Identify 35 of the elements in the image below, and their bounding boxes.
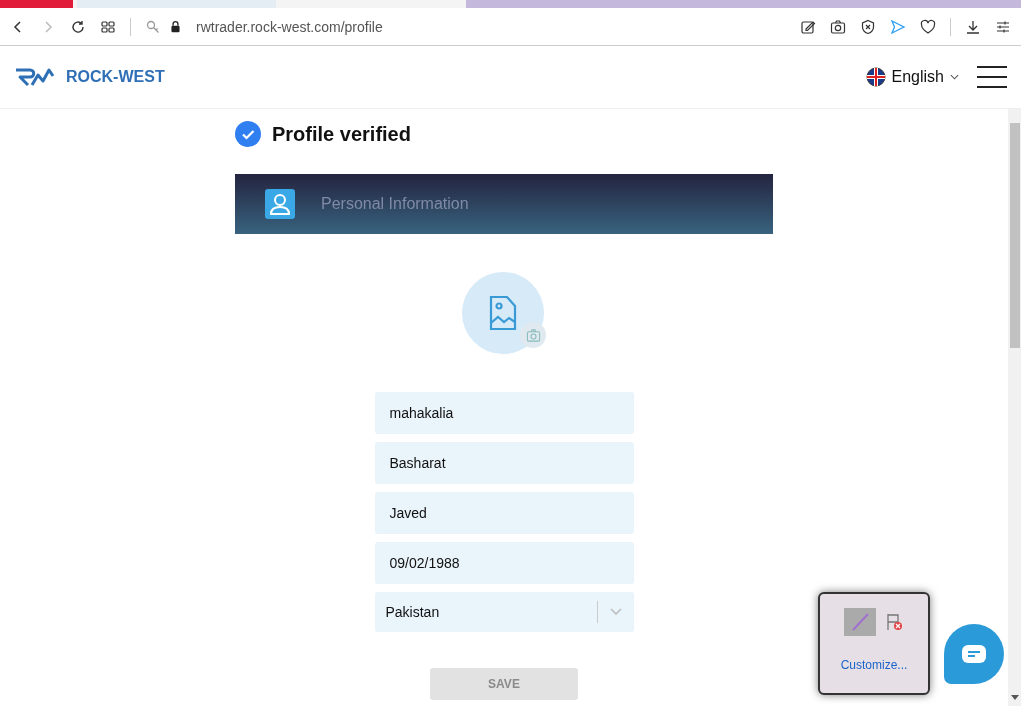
scrollbar[interactable] [1008, 109, 1021, 706]
user-icon [265, 189, 295, 219]
logo-text: ROCK-WEST [66, 68, 165, 86]
input-field[interactable]: mahakalia [374, 392, 634, 434]
camera-icon[interactable] [830, 18, 846, 35]
close-shield-icon[interactable] [860, 18, 876, 35]
camera-icon [525, 327, 541, 343]
input-field[interactable]: 09/02/1988 [374, 542, 634, 584]
flag-icon [865, 67, 886, 87]
chevron-icon [609, 608, 622, 616]
lock-icon [169, 20, 182, 33]
image-file-icon [489, 295, 517, 331]
key-icon[interactable] [145, 18, 161, 35]
camera-button[interactable] [520, 322, 546, 348]
chat-button[interactable] [944, 624, 1004, 684]
input-field[interactable]: Basharat [374, 442, 634, 484]
section-title: Personal Information [321, 195, 469, 213]
scroll-thumb[interactable] [1010, 123, 1020, 348]
language-selector[interactable]: English [865, 67, 959, 87]
status-heading: Profile verified [272, 122, 411, 146]
flag-icon[interactable] [884, 612, 904, 632]
caret-icon [950, 74, 959, 80]
menu-icon[interactable] [977, 66, 1007, 88]
send-icon[interactable] [890, 18, 906, 35]
customize-link[interactable]: Customize... [840, 658, 908, 672]
scroll-down-icon[interactable] [1011, 695, 1019, 700]
grid-icon[interactable] [100, 18, 116, 35]
input-field[interactable]: Javed [374, 492, 634, 534]
reload-icon[interactable] [70, 18, 86, 35]
heart-icon[interactable] [920, 18, 936, 35]
address-bar[interactable]: rwtrader.rock-west.com/profile [196, 18, 383, 35]
country-dropdown[interactable]: Pakistan [374, 592, 634, 632]
download-icon[interactable] [965, 18, 981, 35]
edit-icon[interactable] [800, 18, 816, 35]
chat-icon [962, 645, 986, 663]
